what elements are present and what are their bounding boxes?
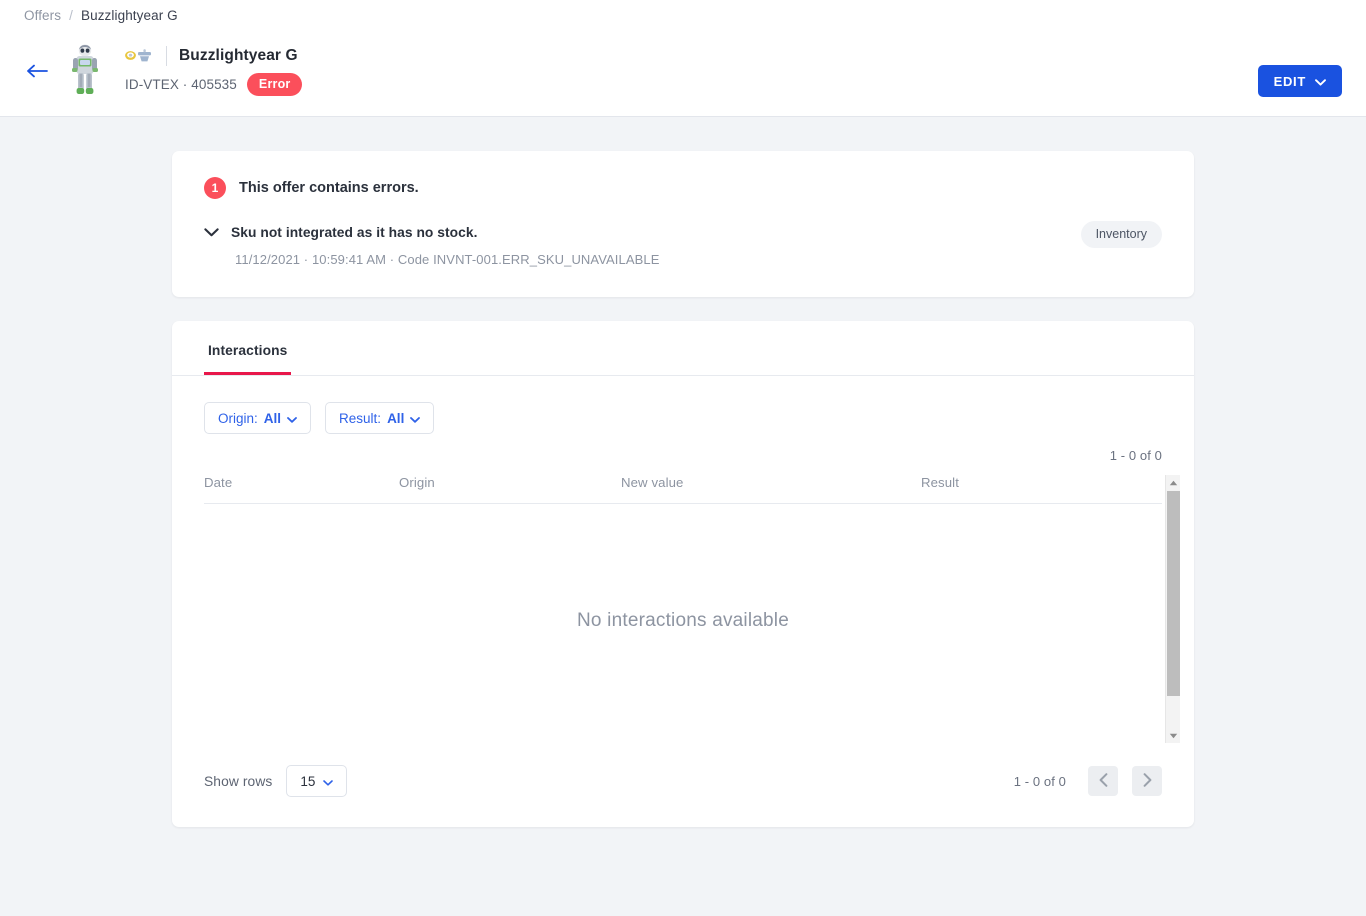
filter-result-prefix: Result:	[339, 410, 382, 426]
breadcrumb-separator: /	[69, 8, 73, 23]
offer-thumbnail	[62, 42, 108, 100]
column-header-date: Date	[204, 475, 233, 490]
error-item-toggle[interactable]: Sku not integrated as it has no stock.	[204, 225, 1162, 240]
caret-up-icon[interactable]	[1166, 475, 1181, 490]
errors-summary: 1 This offer contains errors.	[204, 177, 1162, 199]
previous-page-button[interactable]	[1088, 766, 1118, 796]
breadcrumb-root[interactable]: Offers	[24, 8, 61, 23]
chevron-left-icon	[1099, 772, 1108, 790]
filter-origin-value: All	[263, 410, 282, 426]
chevron-right-icon	[1143, 772, 1152, 790]
results-count-top: 1 - 0 of 0	[1109, 448, 1162, 463]
error-item-meta: 11/12/2021 · 10:59:41 AM · Code INVNT-00…	[235, 252, 660, 267]
chevron-down-icon	[204, 228, 219, 237]
error-item: Sku not integrated as it has no stock. 1…	[204, 221, 1162, 267]
table-header-row: Date Origin New value Result	[204, 475, 1162, 504]
offer-id: ID-VTEX · 405535	[125, 77, 237, 92]
caret-down-icon[interactable]	[1166, 728, 1181, 743]
tab-bar: Interactions	[172, 321, 1194, 376]
filter-bar: Origin: All Result: All	[172, 376, 1194, 434]
table-footer: Show rows 15 1 - 0 of 0	[172, 737, 1194, 827]
interactions-table: Date Origin New value Result No interact…	[172, 475, 1194, 743]
edit-button-label: EDIT	[1273, 73, 1306, 89]
breadcrumb-current: Buzzlightyear G	[80, 8, 178, 23]
edit-button[interactable]: EDIT	[1257, 65, 1342, 97]
title-divider	[166, 46, 167, 66]
column-header-new-value: New value	[621, 475, 684, 490]
error-category-tag: Inventory	[1080, 221, 1162, 248]
scrollbar-thumb[interactable]	[1167, 491, 1180, 696]
chevron-down-icon	[1315, 74, 1326, 89]
error-count-badge: 1	[204, 177, 226, 199]
filter-result[interactable]: Result: All	[325, 402, 435, 434]
next-page-button[interactable]	[1132, 766, 1162, 796]
filter-result-value: All	[387, 410, 405, 426]
empty-state-message: No interactions available	[576, 609, 789, 631]
pagination: 1 - 0 of 0	[1014, 766, 1162, 796]
results-count-bottom: 1 - 0 of 0	[1013, 773, 1066, 789]
filter-origin[interactable]: Origin: All	[204, 402, 312, 434]
show-rows-label: Show rows	[204, 773, 273, 789]
tab-interactions[interactable]: Interactions	[204, 321, 292, 375]
interactions-card: Interactions Origin: All Result: All 1 -…	[172, 321, 1194, 827]
offer-title-block: Buzzlightyear G ID-VTEX · 405535 Error	[124, 46, 303, 96]
page-content: 1 This offer contains errors. Sku not in…	[0, 117, 1366, 827]
breadcrumb: Offers / Buzzlightyear G	[24, 8, 178, 23]
errors-card: 1 This offer contains errors. Sku not in…	[172, 151, 1194, 297]
rows-per-page-select[interactable]: 15	[286, 765, 348, 797]
marketplace-logo-icon	[124, 47, 154, 65]
arrow-left-icon	[27, 64, 49, 78]
show-rows-control: Show rows 15	[204, 765, 348, 797]
chevron-down-icon	[323, 774, 334, 789]
column-header-result: Result	[921, 475, 959, 490]
error-item-title: Sku not integrated as it has no stock.	[231, 225, 478, 240]
column-header-origin: Origin	[399, 475, 435, 490]
table-vertical-scrollbar[interactable]	[1165, 475, 1180, 743]
rows-per-page-value: 15	[300, 773, 316, 789]
offer-header-row: Buzzlightyear G ID-VTEX · 405535 Error	[0, 36, 1366, 106]
chevron-down-icon	[410, 411, 421, 426]
page-header: Offers / Buzzlightyear G Buzzlightyear G…	[0, 0, 1366, 117]
chevron-down-icon	[287, 411, 297, 426]
errors-summary-text: This offer contains errors.	[239, 180, 419, 196]
status-badge: Error	[246, 73, 303, 96]
page-title: Buzzlightyear G	[179, 47, 298, 64]
table-empty-state: No interactions available	[204, 504, 1162, 737]
back-button[interactable]	[16, 64, 60, 78]
filter-origin-prefix: Origin:	[218, 410, 258, 426]
